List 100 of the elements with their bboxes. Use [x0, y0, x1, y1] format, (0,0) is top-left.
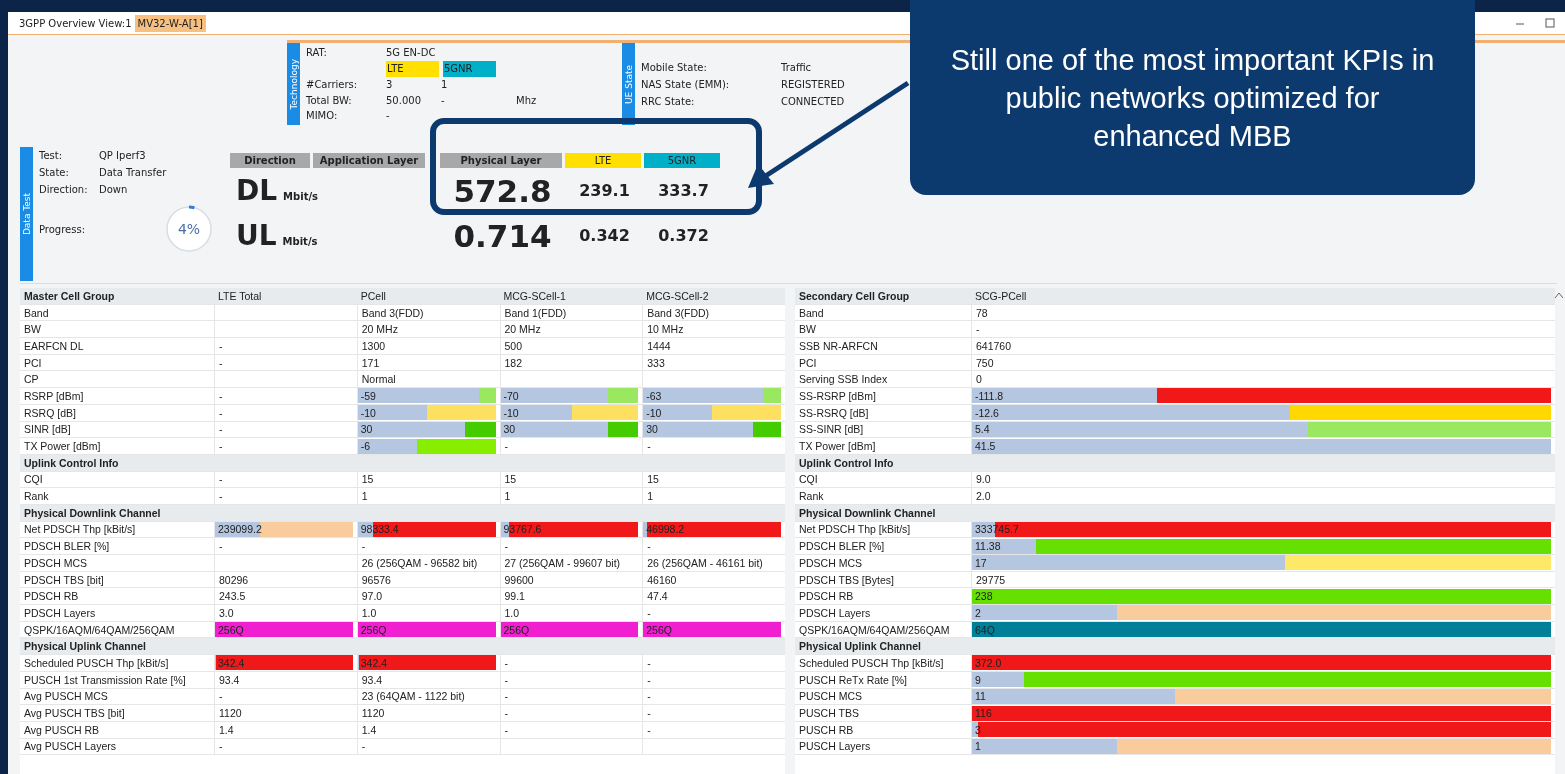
- table-cell: 10 MHz: [647, 323, 684, 336]
- meter-value: 239099.2: [217, 523, 262, 536]
- column-header: MCG-SCell-1: [503, 289, 566, 302]
- row-label: TX Power [dBm]: [24, 440, 101, 453]
- row-label: Rank: [799, 490, 824, 503]
- meter-value: -63: [645, 389, 662, 402]
- throughput-value: 333.7: [658, 181, 709, 200]
- field-label: NAS State (EMM):: [641, 78, 731, 90]
- table-cell: 1.0: [504, 606, 520, 619]
- meter-value: 3: [974, 723, 981, 736]
- table-cell: 9.0: [976, 473, 991, 486]
- row-label: Rank: [24, 490, 49, 503]
- meter-value: 17: [974, 556, 987, 569]
- row-label: PUSCH TBS: [799, 707, 859, 720]
- row-label: PUSCH 1st Transmission Rate [%]: [24, 673, 186, 686]
- field-value: Mhz: [516, 94, 538, 106]
- rat-badge: LTE: [386, 60, 439, 77]
- table-cell: -: [219, 406, 223, 419]
- table-cell: -: [504, 440, 508, 453]
- row-label: EARFCN DL: [24, 339, 84, 352]
- row-label: SS-RSRQ [dB]: [799, 406, 869, 419]
- field-label: RRC State:: [641, 95, 696, 107]
- table-cell: -: [361, 540, 366, 553]
- table-cell: -: [647, 707, 651, 720]
- direction-label: DL: [236, 174, 278, 207]
- section-header: Physical Downlink Channel: [799, 506, 936, 519]
- throughput-value: 239.1: [579, 181, 630, 200]
- field-label: Progress:: [39, 223, 87, 235]
- row-label: SSB NR-ARFCN: [799, 339, 878, 352]
- row-label: Serving SSB Index: [799, 373, 888, 386]
- row-label: BW: [24, 323, 41, 336]
- meter-value: 372.0: [974, 656, 1002, 669]
- row-label: Avg PUSCH MCS: [24, 690, 108, 703]
- table-cell: 1.4: [219, 723, 234, 736]
- meter-value: 256Q: [645, 623, 672, 636]
- table-cell: 1: [361, 490, 368, 503]
- section-strip: Technology: [287, 43, 300, 125]
- row-label: PDSCH MCS: [24, 556, 87, 569]
- meter-value: 238: [974, 590, 993, 603]
- table-cell: -: [219, 356, 223, 369]
- throughput-value: 0.372: [658, 226, 709, 245]
- meter-value: 64Q: [974, 623, 995, 636]
- meter-value: 41.5: [974, 440, 996, 453]
- table-cell: 15: [647, 473, 659, 486]
- table-cell: -: [219, 740, 223, 753]
- field-value: 5G EN-DC: [386, 46, 436, 58]
- table-cell: 99.1: [504, 590, 525, 603]
- view-tab[interactable]: 3GPP Overview View:1: [16, 14, 135, 32]
- table-cell: 93.4: [361, 673, 383, 686]
- meter-value: 11.38: [974, 540, 1001, 553]
- row-label: PUSCH MCS: [799, 690, 862, 703]
- table-cell: 96576: [361, 573, 391, 586]
- table-cell: 46160: [647, 573, 677, 586]
- table-cell: 20 MHz: [504, 323, 541, 336]
- table-cell: 20 MHz: [361, 323, 398, 336]
- unit-label: Mbit/s: [282, 236, 318, 247]
- scroll-up-icon[interactable]: [1555, 292, 1563, 298]
- table-cell: -: [647, 440, 651, 453]
- row-label: TX Power [dBm]: [799, 440, 876, 453]
- view-tab[interactable]: MV32-W-A[1]: [134, 14, 206, 32]
- row-label: PCI: [799, 356, 817, 369]
- meter-value: -10: [359, 406, 376, 419]
- column-header: Physical Layer: [440, 153, 562, 168]
- table-cell: -: [647, 723, 651, 736]
- field-label: MIMO:: [306, 110, 339, 122]
- table-cell: Band 1(FDD): [504, 306, 567, 319]
- throughput-value: 0.342: [579, 226, 630, 245]
- row-label: PCI: [24, 356, 42, 369]
- row-label: CP: [24, 373, 39, 386]
- row-label: SS-RSRP [dBm]: [799, 389, 876, 402]
- table-cell: 29775: [976, 573, 1006, 586]
- field-label: #Carriers:: [306, 79, 359, 91]
- table-cell: -: [219, 473, 223, 486]
- table-cell: -: [219, 339, 223, 352]
- table-cell: Band 3(FDD): [361, 306, 424, 319]
- field-value: 1: [441, 79, 449, 91]
- meter-value: 116: [974, 707, 992, 720]
- row-label: PDSCH RB: [24, 590, 79, 603]
- rat-badge: 5GNR: [443, 60, 496, 77]
- table-cell: 23 (64QAM - 1122 bit): [361, 690, 465, 703]
- meter-value: 2: [974, 606, 981, 619]
- table-cell: -: [647, 673, 651, 686]
- table-cell: -: [219, 423, 223, 436]
- field-value: Traffic: [781, 61, 812, 73]
- row-label: PDSCH TBS [bit]: [24, 573, 104, 586]
- row-label: QSPK/16AQM/64QAM/256QAM: [799, 623, 950, 636]
- row-label: Band: [799, 306, 824, 319]
- row-label: Band: [24, 306, 49, 319]
- column-header: Direction: [230, 153, 310, 168]
- row-label: PDSCH Layers: [24, 606, 96, 619]
- row-label: SINR [dB]: [24, 423, 71, 436]
- table-cell: -: [647, 690, 651, 703]
- row-label: PDSCH RB: [799, 590, 854, 603]
- row-label: PDSCH BLER [%]: [24, 540, 110, 553]
- table-cell: 15: [504, 473, 517, 486]
- meter-value: -6: [359, 440, 371, 453]
- row-label: PUSCH ReTx Rate [%]: [799, 673, 907, 686]
- maximize-icon[interactable]: [1545, 18, 1555, 28]
- field-value: -: [441, 94, 446, 106]
- table-cell: 333: [647, 356, 665, 369]
